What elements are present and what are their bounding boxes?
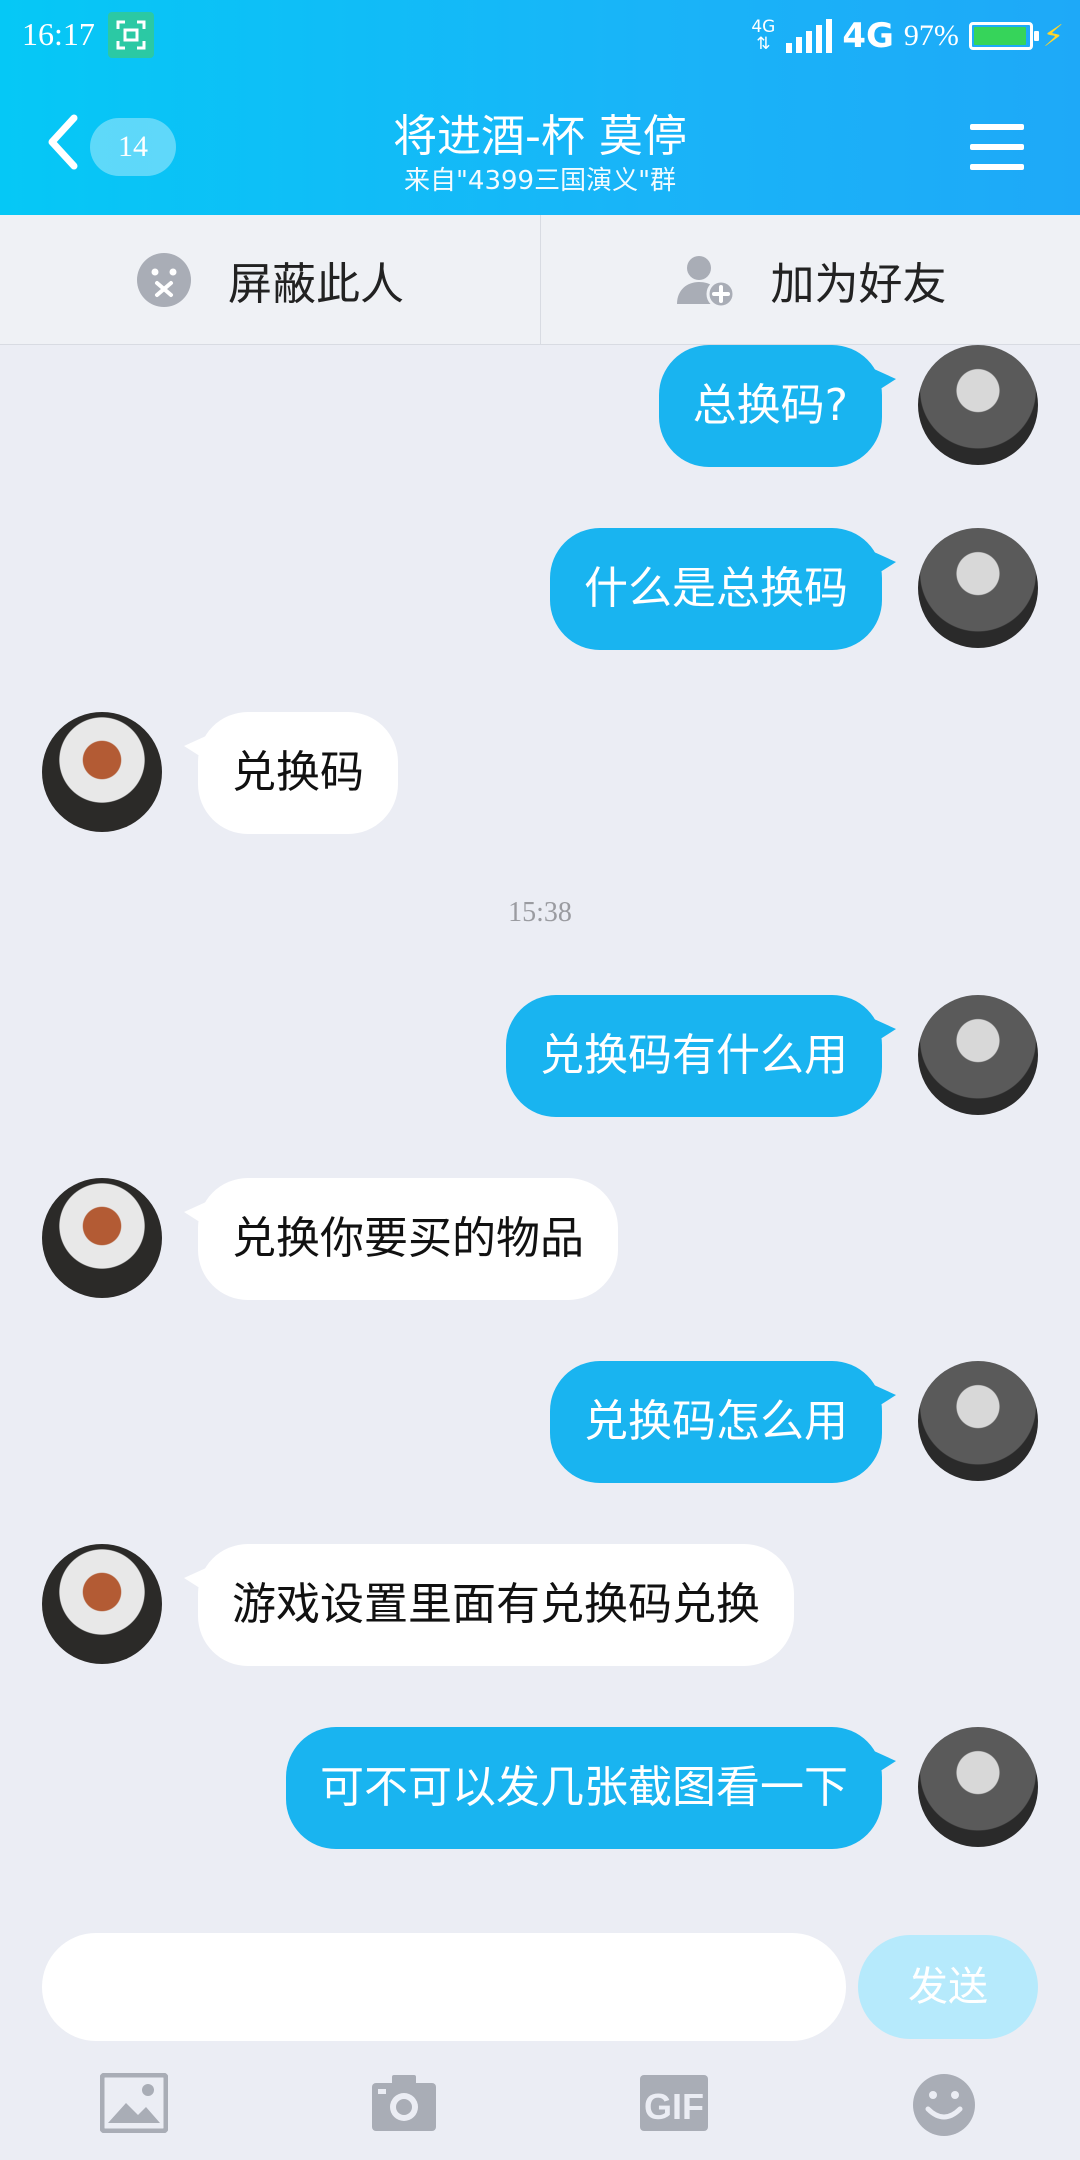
add-friend-label: 加为好友: [770, 258, 947, 310]
status-bar: 16:17 4G ⇅ 4G 97% ⚡: [0, 0, 1080, 72]
my-avatar[interactable]: [918, 345, 1038, 465]
message-row-outgoing: 兑换码有什么用: [0, 995, 1080, 1117]
my-avatar[interactable]: [918, 528, 1038, 648]
message-row-outgoing: 什么是总换码: [0, 528, 1080, 650]
screenshot-icon: [108, 12, 154, 58]
message-bubble[interactable]: 兑换码: [184, 712, 398, 834]
signal-icon: [786, 19, 833, 53]
my-avatar[interactable]: [918, 1361, 1038, 1481]
input-bar: 发送 GIF: [0, 1905, 1080, 2160]
message-bubble[interactable]: 总换码?: [658, 345, 897, 467]
menu-icon[interactable]: [970, 124, 1024, 170]
block-face-icon: [137, 252, 191, 307]
message-bubble[interactable]: 兑换码怎么用: [550, 1361, 896, 1483]
status-indicators: 4G ⇅ 4G 97% ⚡: [750, 14, 1064, 58]
add-friend-icon: [676, 255, 735, 308]
gif-icon[interactable]: GIF: [640, 2073, 708, 2133]
timestamp: 15:38: [508, 897, 572, 928]
contact-avatar[interactable]: [42, 1178, 162, 1298]
add-friend-button[interactable]: 加为好友: [540, 215, 1080, 344]
message-input[interactable]: [42, 1933, 846, 2041]
battery-percent: 97%: [903, 19, 959, 52]
contact-avatar[interactable]: [42, 1544, 162, 1664]
block-user-label: 屏蔽此人: [228, 258, 404, 310]
message-bubble[interactable]: 游戏设置里面有兑换码兑换: [184, 1544, 794, 1666]
network-type: 4G: [842, 16, 894, 56]
send-button[interactable]: 发送: [858, 1935, 1038, 2039]
message-row-outgoing: 兑换码怎么用: [0, 1361, 1080, 1483]
message-row-incoming: 兑换你要买的物品: [0, 1178, 1080, 1300]
message-row-incoming: 兑换码: [0, 712, 1080, 834]
status-time: 16:17: [22, 16, 95, 52]
action-bar: 屏蔽此人 加为好友: [0, 215, 1080, 345]
camera-icon[interactable]: [370, 2073, 438, 2133]
nav-bar: 14 将进酒-杯 莫停 来自"4399三国演义"群: [0, 72, 1080, 215]
message-bubble[interactable]: 什么是总换码: [550, 528, 896, 650]
chat-header: 16:17 4G ⇅ 4G 97% ⚡ 14 将进酒-杯 莫停 来自"4399三国…: [0, 0, 1080, 215]
message-row-outgoing: 总换码?: [0, 345, 1080, 467]
message-bubble[interactable]: 兑换你要买的物品: [184, 1178, 618, 1300]
battery-icon: [968, 22, 1039, 50]
charging-icon: ⚡: [1042, 18, 1064, 54]
message-row-incoming: 游戏设置里面有兑换码兑换: [0, 1544, 1080, 1666]
message-bubble[interactable]: 可不可以发几张截图看一下: [286, 1727, 896, 1849]
contact-avatar[interactable]: [42, 712, 162, 832]
message-row-outgoing: 可不可以发几张截图看一下: [0, 1727, 1080, 1849]
my-avatar[interactable]: [918, 995, 1038, 1115]
network-small-label: 4G ⇅: [751, 17, 776, 54]
image-icon[interactable]: [99, 2072, 169, 2134]
emoji-icon[interactable]: [910, 2073, 978, 2136]
message-bubble[interactable]: 兑换码有什么用: [506, 995, 896, 1117]
block-user-button[interactable]: 屏蔽此人: [0, 215, 540, 344]
chat-title: 将进酒-杯 莫停: [393, 111, 687, 162]
my-avatar[interactable]: [918, 1727, 1038, 1847]
chat-subtitle: 来自"4399三国演义"群: [403, 166, 677, 196]
toolbar: GIF: [0, 2055, 1080, 2155]
message-list[interactable]: 总换码? 什么是总换码 兑换码 15:38 兑换码有什么用 兑换你要买的物品 兑…: [0, 345, 1080, 1905]
svg-text:GIF: GIF: [644, 2086, 704, 2127]
